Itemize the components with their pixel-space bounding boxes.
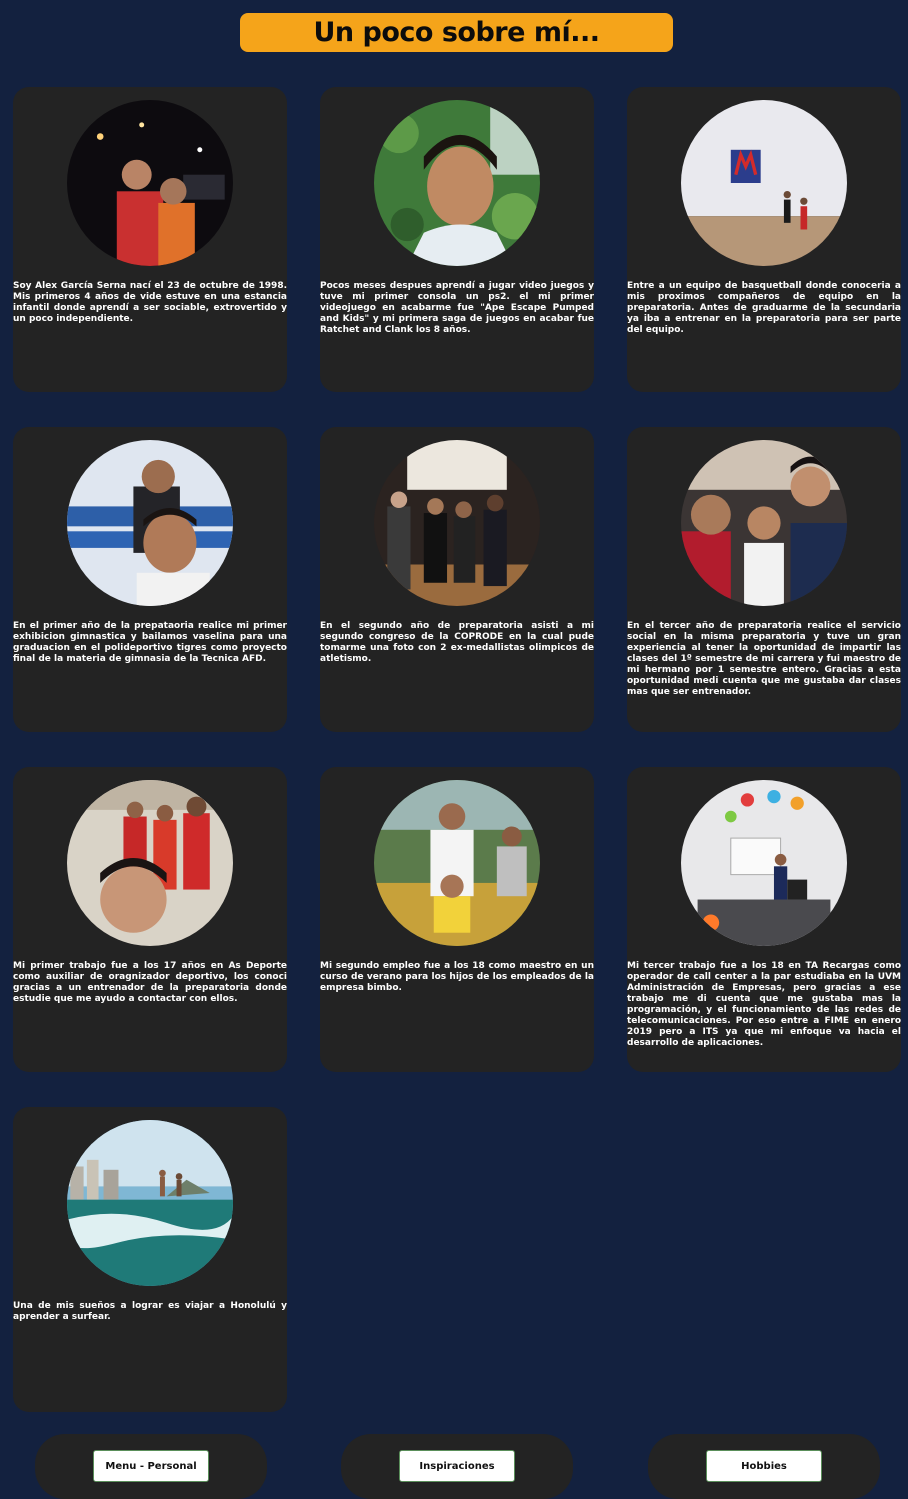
menu-personal-button[interactable]: Menu - Personal: [93, 1450, 209, 1482]
story-text: Mi primer trabajo fue a los 17 años en A…: [13, 961, 287, 1004]
story-text: Mi segundo empleo fue a los 18 como maes…: [320, 961, 594, 993]
story-card: En el tercer año de preparatoria realice…: [627, 427, 901, 732]
story-text: En el segundo año de preparatoria asisti…: [320, 621, 594, 664]
summer-course-photo: [374, 780, 540, 946]
nav-card-inspiraciones: Inspiraciones: [341, 1434, 573, 1499]
basketball-court-photo: [681, 100, 847, 266]
stadium-selfie-photo: [67, 440, 233, 606]
page-title: Un poco sobre mí...: [313, 17, 600, 48]
surfing-photo: [67, 1120, 233, 1286]
childhood-photo: [67, 100, 233, 266]
boy-portrait-photo: [374, 100, 540, 266]
story-card: Mi segundo empleo fue a los 18 como maes…: [320, 767, 594, 1072]
story-card: Entre a un equipo de basquetball donde c…: [627, 87, 901, 392]
story-text: Entre a un equipo de basquetball donde c…: [627, 281, 901, 335]
sports-event-photo: [67, 780, 233, 946]
story-text: Soy Alex García Serna nací el 23 de octu…: [13, 281, 287, 324]
story-card: Una de mis sueños a lograr es viajar a H…: [13, 1107, 287, 1412]
story-card: Pocos meses despues aprendí a jugar vide…: [320, 87, 594, 392]
story-card: En el segundo año de preparatoria asisti…: [320, 427, 594, 732]
office-photo: [681, 780, 847, 946]
story-text: En el tercer año de preparatoria realice…: [627, 621, 901, 697]
hobbies-button[interactable]: Hobbies: [706, 1450, 822, 1482]
nav-card-menu-personal: Menu - Personal: [35, 1434, 267, 1499]
story-card: En el primer año de la prepataoria reali…: [13, 427, 287, 732]
inspiraciones-button[interactable]: Inspiraciones: [399, 1450, 515, 1482]
story-text: En el primer año de la prepataoria reali…: [13, 621, 287, 664]
story-text: Pocos meses despues aprendí a jugar vide…: [320, 281, 594, 335]
story-card: Soy Alex García Serna nací el 23 de octu…: [13, 87, 287, 392]
story-card: Mi tercer trabajo fue a los 18 en TA Rec…: [627, 767, 901, 1072]
page-title-banner: Un poco sobre mí...: [240, 13, 673, 52]
story-card: Mi primer trabajo fue a los 17 años en A…: [13, 767, 287, 1072]
family-selfie-photo: [681, 440, 847, 606]
story-text: Mi tercer trabajo fue a los 18 en TA Rec…: [627, 961, 901, 1048]
congress-group-photo: [374, 440, 540, 606]
nav-card-hobbies: Hobbies: [648, 1434, 880, 1499]
story-text: Una de mis sueños a lograr es viajar a H…: [13, 1301, 287, 1322]
